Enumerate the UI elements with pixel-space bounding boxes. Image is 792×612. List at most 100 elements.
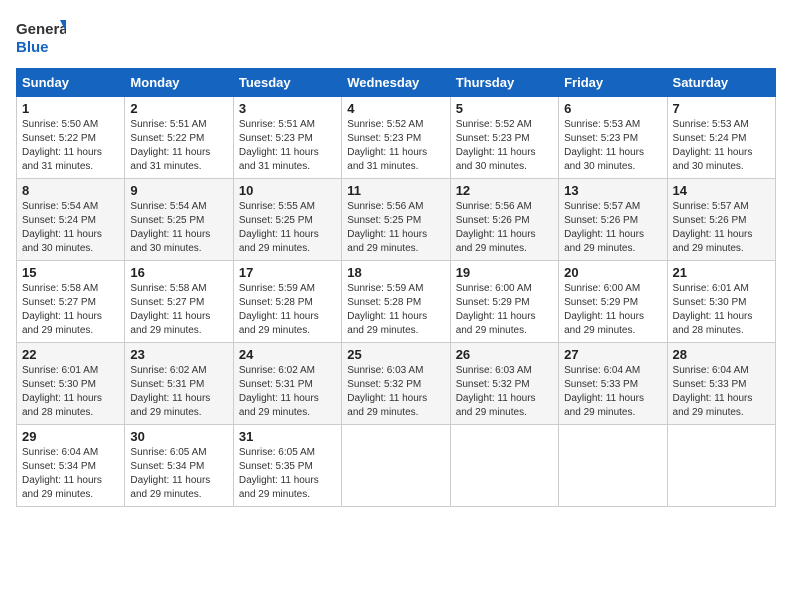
day-number: 7 — [673, 101, 770, 116]
day-cell: 25 Sunrise: 6:03 AM Sunset: 5:32 PM Dayl… — [342, 343, 450, 425]
day-number: 26 — [456, 347, 553, 362]
day-number: 10 — [239, 183, 336, 198]
header-cell-thursday: Thursday — [450, 69, 558, 97]
day-number: 9 — [130, 183, 227, 198]
day-number: 8 — [22, 183, 119, 198]
day-info: Sunrise: 6:04 AM Sunset: 5:33 PM Dayligh… — [673, 364, 770, 420]
day-number: 2 — [130, 101, 227, 116]
day-number: 19 — [456, 265, 553, 280]
day-info: Sunrise: 5:51 AM Sunset: 5:22 PM Dayligh… — [130, 118, 227, 174]
day-info: Sunrise: 6:01 AM Sunset: 5:30 PM Dayligh… — [673, 282, 770, 338]
day-number: 14 — [673, 183, 770, 198]
day-cell: 17 Sunrise: 5:59 AM Sunset: 5:28 PM Dayl… — [233, 261, 341, 343]
day-info: Sunrise: 6:05 AM Sunset: 5:35 PM Dayligh… — [239, 446, 336, 502]
header-row: SundayMondayTuesdayWednesdayThursdayFrid… — [17, 69, 776, 97]
svg-text:General: General — [16, 21, 66, 38]
day-info: Sunrise: 5:58 AM Sunset: 5:27 PM Dayligh… — [130, 282, 227, 338]
day-cell: 27 Sunrise: 6:04 AM Sunset: 5:33 PM Dayl… — [559, 343, 667, 425]
svg-text:Blue: Blue — [16, 39, 49, 56]
day-cell: 19 Sunrise: 6:00 AM Sunset: 5:29 PM Dayl… — [450, 261, 558, 343]
logo-svg: General Blue — [16, 16, 66, 58]
day-info: Sunrise: 6:03 AM Sunset: 5:32 PM Dayligh… — [456, 364, 553, 420]
day-cell — [559, 425, 667, 507]
day-cell: 18 Sunrise: 5:59 AM Sunset: 5:28 PM Dayl… — [342, 261, 450, 343]
day-cell: 24 Sunrise: 6:02 AM Sunset: 5:31 PM Dayl… — [233, 343, 341, 425]
day-info: Sunrise: 5:52 AM Sunset: 5:23 PM Dayligh… — [347, 118, 444, 174]
header-cell-tuesday: Tuesday — [233, 69, 341, 97]
day-info: Sunrise: 6:04 AM Sunset: 5:34 PM Dayligh… — [22, 446, 119, 502]
header-cell-saturday: Saturday — [667, 69, 775, 97]
day-number: 5 — [456, 101, 553, 116]
day-info: Sunrise: 6:01 AM Sunset: 5:30 PM Dayligh… — [22, 364, 119, 420]
day-info: Sunrise: 5:54 AM Sunset: 5:24 PM Dayligh… — [22, 200, 119, 256]
day-number: 24 — [239, 347, 336, 362]
calendar-table: SundayMondayTuesdayWednesdayThursdayFrid… — [16, 68, 776, 507]
day-cell: 14 Sunrise: 5:57 AM Sunset: 5:26 PM Dayl… — [667, 179, 775, 261]
day-cell: 26 Sunrise: 6:03 AM Sunset: 5:32 PM Dayl… — [450, 343, 558, 425]
week-row-3: 15 Sunrise: 5:58 AM Sunset: 5:27 PM Dayl… — [17, 261, 776, 343]
day-info: Sunrise: 6:04 AM Sunset: 5:33 PM Dayligh… — [564, 364, 661, 420]
day-number: 4 — [347, 101, 444, 116]
day-cell: 5 Sunrise: 5:52 AM Sunset: 5:23 PM Dayli… — [450, 97, 558, 179]
day-info: Sunrise: 5:58 AM Sunset: 5:27 PM Dayligh… — [22, 282, 119, 338]
day-number: 25 — [347, 347, 444, 362]
day-cell: 12 Sunrise: 5:56 AM Sunset: 5:26 PM Dayl… — [450, 179, 558, 261]
day-info: Sunrise: 6:02 AM Sunset: 5:31 PM Dayligh… — [239, 364, 336, 420]
day-number: 30 — [130, 429, 227, 444]
header-cell-sunday: Sunday — [17, 69, 125, 97]
calendar-body: 1 Sunrise: 5:50 AM Sunset: 5:22 PM Dayli… — [17, 97, 776, 507]
day-cell: 1 Sunrise: 5:50 AM Sunset: 5:22 PM Dayli… — [17, 97, 125, 179]
page-header: General Blue — [16, 16, 776, 58]
day-number: 21 — [673, 265, 770, 280]
week-row-2: 8 Sunrise: 5:54 AM Sunset: 5:24 PM Dayli… — [17, 179, 776, 261]
day-info: Sunrise: 5:53 AM Sunset: 5:24 PM Dayligh… — [673, 118, 770, 174]
week-row-1: 1 Sunrise: 5:50 AM Sunset: 5:22 PM Dayli… — [17, 97, 776, 179]
header-cell-friday: Friday — [559, 69, 667, 97]
day-number: 22 — [22, 347, 119, 362]
day-cell: 30 Sunrise: 6:05 AM Sunset: 5:34 PM Dayl… — [125, 425, 233, 507]
day-info: Sunrise: 6:03 AM Sunset: 5:32 PM Dayligh… — [347, 364, 444, 420]
day-cell: 29 Sunrise: 6:04 AM Sunset: 5:34 PM Dayl… — [17, 425, 125, 507]
day-info: Sunrise: 5:54 AM Sunset: 5:25 PM Dayligh… — [130, 200, 227, 256]
day-cell: 4 Sunrise: 5:52 AM Sunset: 5:23 PM Dayli… — [342, 97, 450, 179]
day-number: 3 — [239, 101, 336, 116]
day-number: 29 — [22, 429, 119, 444]
day-info: Sunrise: 5:59 AM Sunset: 5:28 PM Dayligh… — [347, 282, 444, 338]
week-row-5: 29 Sunrise: 6:04 AM Sunset: 5:34 PM Dayl… — [17, 425, 776, 507]
day-cell: 21 Sunrise: 6:01 AM Sunset: 5:30 PM Dayl… — [667, 261, 775, 343]
day-info: Sunrise: 5:59 AM Sunset: 5:28 PM Dayligh… — [239, 282, 336, 338]
day-info: Sunrise: 5:56 AM Sunset: 5:25 PM Dayligh… — [347, 200, 444, 256]
logo: General Blue — [16, 16, 66, 58]
day-number: 20 — [564, 265, 661, 280]
day-number: 16 — [130, 265, 227, 280]
day-info: Sunrise: 5:50 AM Sunset: 5:22 PM Dayligh… — [22, 118, 119, 174]
day-number: 28 — [673, 347, 770, 362]
day-info: Sunrise: 6:05 AM Sunset: 5:34 PM Dayligh… — [130, 446, 227, 502]
day-cell: 28 Sunrise: 6:04 AM Sunset: 5:33 PM Dayl… — [667, 343, 775, 425]
day-info: Sunrise: 5:57 AM Sunset: 5:26 PM Dayligh… — [564, 200, 661, 256]
day-cell: 16 Sunrise: 5:58 AM Sunset: 5:27 PM Dayl… — [125, 261, 233, 343]
day-number: 1 — [22, 101, 119, 116]
day-number: 12 — [456, 183, 553, 198]
day-cell: 11 Sunrise: 5:56 AM Sunset: 5:25 PM Dayl… — [342, 179, 450, 261]
day-info: Sunrise: 6:00 AM Sunset: 5:29 PM Dayligh… — [564, 282, 661, 338]
day-cell: 23 Sunrise: 6:02 AM Sunset: 5:31 PM Dayl… — [125, 343, 233, 425]
day-cell: 8 Sunrise: 5:54 AM Sunset: 5:24 PM Dayli… — [17, 179, 125, 261]
header-cell-wednesday: Wednesday — [342, 69, 450, 97]
day-info: Sunrise: 5:53 AM Sunset: 5:23 PM Dayligh… — [564, 118, 661, 174]
day-cell: 20 Sunrise: 6:00 AM Sunset: 5:29 PM Dayl… — [559, 261, 667, 343]
day-cell: 22 Sunrise: 6:01 AM Sunset: 5:30 PM Dayl… — [17, 343, 125, 425]
day-info: Sunrise: 5:57 AM Sunset: 5:26 PM Dayligh… — [673, 200, 770, 256]
day-info: Sunrise: 5:51 AM Sunset: 5:23 PM Dayligh… — [239, 118, 336, 174]
day-cell: 13 Sunrise: 5:57 AM Sunset: 5:26 PM Dayl… — [559, 179, 667, 261]
day-info: Sunrise: 6:00 AM Sunset: 5:29 PM Dayligh… — [456, 282, 553, 338]
day-number: 15 — [22, 265, 119, 280]
day-info: Sunrise: 6:02 AM Sunset: 5:31 PM Dayligh… — [130, 364, 227, 420]
day-info: Sunrise: 5:52 AM Sunset: 5:23 PM Dayligh… — [456, 118, 553, 174]
day-number: 31 — [239, 429, 336, 444]
header-cell-monday: Monday — [125, 69, 233, 97]
day-cell: 31 Sunrise: 6:05 AM Sunset: 5:35 PM Dayl… — [233, 425, 341, 507]
day-number: 18 — [347, 265, 444, 280]
day-cell — [450, 425, 558, 507]
day-cell: 2 Sunrise: 5:51 AM Sunset: 5:22 PM Dayli… — [125, 97, 233, 179]
